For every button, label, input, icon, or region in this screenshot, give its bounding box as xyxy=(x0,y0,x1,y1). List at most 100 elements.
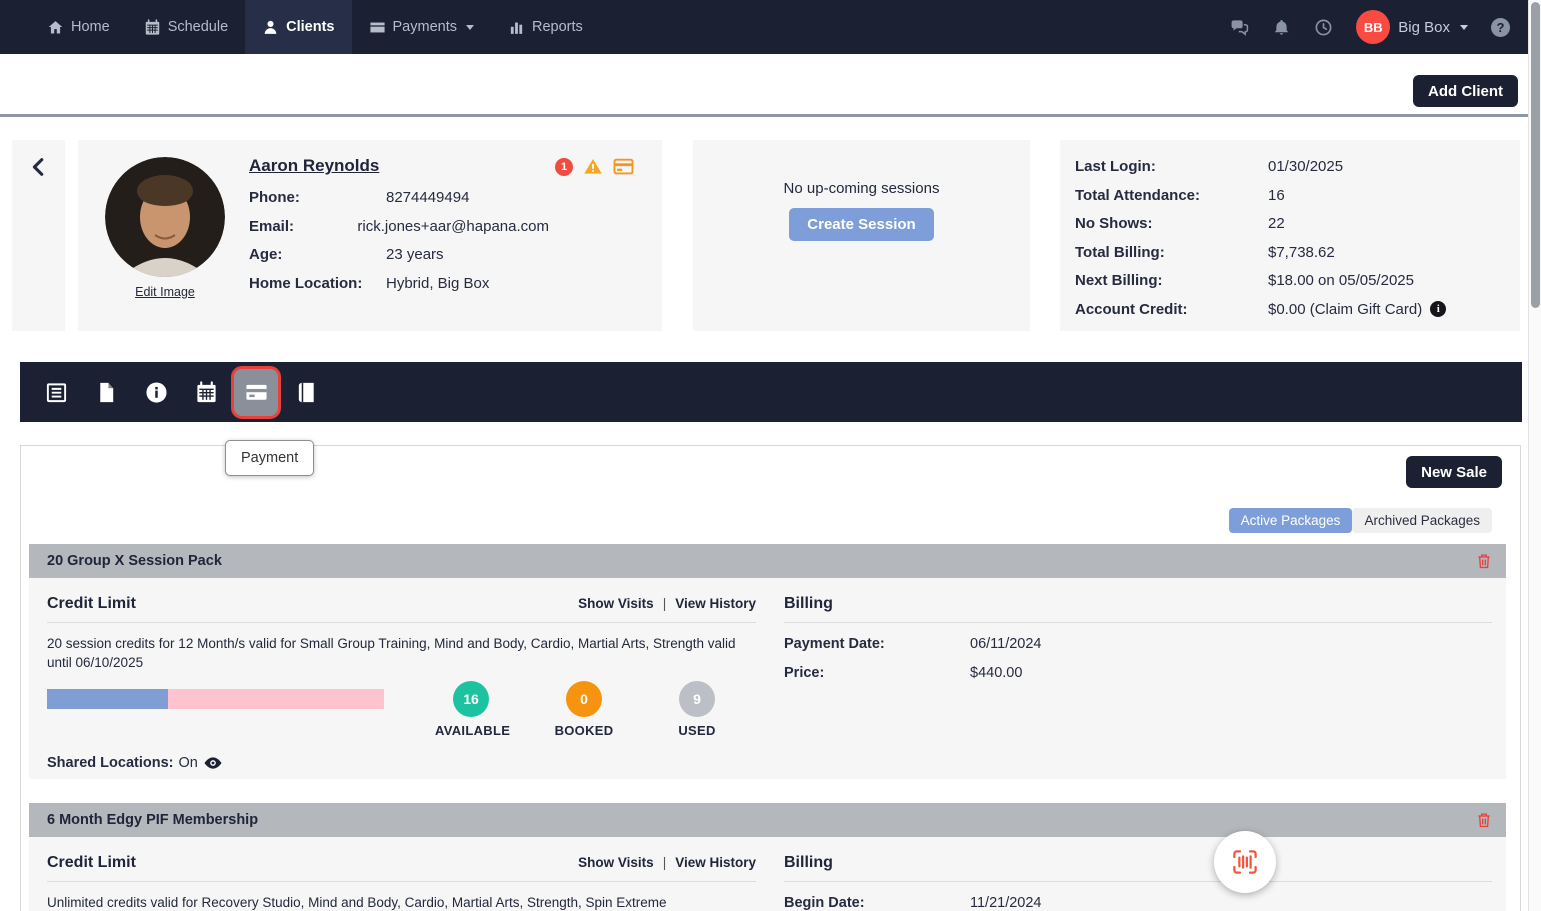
notification-badge[interactable]: 1 xyxy=(555,158,573,176)
credit-limit-head: Credit Limit Show Visits|View History xyxy=(47,595,756,613)
billing-section: Billing Payment Date: 06/11/2024 Price: … xyxy=(784,595,1492,773)
warning-icon[interactable] xyxy=(583,157,603,176)
bell-icon[interactable] xyxy=(1272,18,1291,37)
tab-overview[interactable] xyxy=(31,362,81,422)
stat-label: Last Login: xyxy=(1075,157,1268,176)
client-summary-row: Edit Image Aaron Reynolds Phone: 8274449… xyxy=(0,140,1541,331)
booked-badge: 0 BOOKED xyxy=(548,681,620,738)
view-history-link[interactable]: View History xyxy=(675,596,756,611)
usage-row: 16 AVAILABLE 0 BOOKED 9 USED xyxy=(47,681,756,738)
person-icon xyxy=(262,19,279,36)
clock-icon[interactable] xyxy=(1314,18,1333,37)
billing-value: $440.00 xyxy=(970,665,1022,681)
billing-row: Begin Date: 11/21/2024 xyxy=(784,895,1492,911)
shared-locations-row: Shared Locations: On xyxy=(47,753,756,773)
show-visits-link[interactable]: Show Visits xyxy=(578,596,654,611)
list-icon xyxy=(45,381,68,404)
stat-value: $7,738.62 xyxy=(1268,243,1335,262)
nav-item-reports[interactable]: Reports xyxy=(491,0,600,54)
stat-value: 01/30/2025 xyxy=(1268,157,1343,176)
tab-active-packages[interactable]: Active Packages xyxy=(1229,508,1353,533)
nav-right-group: BB Big Box xyxy=(1230,0,1510,54)
available-label: AVAILABLE xyxy=(435,723,507,738)
stat-label: Total Billing: xyxy=(1075,243,1268,262)
used-label: USED xyxy=(661,723,733,738)
shared-locations-value: On xyxy=(179,755,198,771)
stat-label: No Shows: xyxy=(1075,214,1268,233)
shared-locations-label: Shared Locations: xyxy=(47,755,174,771)
stat-row: Next Billing: $18.00 on 05/05/2025 xyxy=(1075,271,1505,290)
nav-item-label: Clients xyxy=(286,19,334,35)
stat-row: Last Login: 01/30/2025 xyxy=(1075,157,1505,176)
booked-label: BOOKED xyxy=(548,723,620,738)
link-separator: | xyxy=(654,855,676,870)
delete-package-icon[interactable] xyxy=(1476,553,1492,570)
create-session-button[interactable]: Create Session xyxy=(789,208,933,241)
new-sale-button[interactable]: New Sale xyxy=(1406,456,1502,488)
show-visits-link[interactable]: Show Visits xyxy=(578,855,654,870)
divider xyxy=(47,622,756,623)
tab-schedule[interactable] xyxy=(181,362,231,422)
nav-item-clients[interactable]: Clients xyxy=(245,0,351,54)
delete-package-icon[interactable] xyxy=(1476,812,1492,829)
package-body: Credit Limit Show Visits|View History 20… xyxy=(29,578,1506,773)
barcode-scan-button[interactable] xyxy=(1214,831,1276,893)
add-client-button[interactable]: Add Client xyxy=(1413,75,1518,107)
account-menu[interactable]: BB Big Box xyxy=(1356,10,1468,44)
edit-image-link[interactable]: Edit Image xyxy=(135,285,195,299)
credit-limit-title: Credit Limit xyxy=(47,854,136,872)
nav-item-payments[interactable]: Payments xyxy=(352,0,491,54)
document-icon xyxy=(95,381,118,404)
barcode-scan-icon xyxy=(1230,847,1260,877)
bar-chart-icon xyxy=(508,19,525,36)
view-history-link[interactable]: View History xyxy=(675,855,756,870)
client-field-row: Phone: 8274449494 xyxy=(249,189,549,208)
billing-label: Begin Date: xyxy=(784,895,970,911)
booked-count: 0 xyxy=(566,681,602,717)
divider xyxy=(784,622,1492,623)
nav-item-schedule[interactable]: Schedule xyxy=(127,0,245,54)
help-icon[interactable] xyxy=(1491,18,1510,37)
nav-item-label: Payments xyxy=(393,19,457,35)
nav-item-home[interactable]: Home xyxy=(30,0,127,54)
tab-info[interactable] xyxy=(131,362,181,422)
top-nav: Home Schedule Clients Payments Reports B… xyxy=(0,0,1541,54)
info-icon[interactable] xyxy=(1430,301,1446,317)
no-sessions-text: No up-coming sessions xyxy=(784,180,940,197)
stat-row: Total Billing: $7,738.62 xyxy=(1075,243,1505,262)
package-header: 6 Month Edgy PIF Membership xyxy=(29,803,1506,837)
client-field-row: Email: rick.jones+aar@hapana.com xyxy=(249,218,549,237)
tab-notes[interactable] xyxy=(281,362,331,422)
client-alert-icons: 1 xyxy=(555,157,634,176)
stat-row: Total Attendance: 16 xyxy=(1075,186,1505,205)
field-value: rick.jones+aar@hapana.com xyxy=(357,218,549,237)
credit-card-orange-icon[interactable] xyxy=(613,158,634,176)
client-details: Aaron Reynolds Phone: 8274449494 Email: … xyxy=(249,156,549,303)
back-button[interactable] xyxy=(12,140,65,331)
stat-value: 16 xyxy=(1268,186,1285,205)
package-title: 20 Group X Session Pack xyxy=(47,553,222,569)
tab-documents[interactable] xyxy=(81,362,131,422)
eye-icon[interactable] xyxy=(203,753,223,773)
billing-row: Payment Date: 06/11/2024 xyxy=(784,636,1492,652)
sessions-card: No up-coming sessions Create Session xyxy=(693,140,1030,331)
field-label: Email: xyxy=(249,218,357,237)
chevron-left-icon xyxy=(29,156,49,178)
available-badge: 16 AVAILABLE xyxy=(435,681,507,738)
field-value: 8274449494 xyxy=(386,189,469,208)
book-icon xyxy=(295,381,318,404)
billing-row: Price: $440.00 xyxy=(784,665,1492,681)
package-body: Credit Limit Show Visits|View History Un… xyxy=(29,837,1506,911)
nav-item-label: Reports xyxy=(532,19,583,35)
calendar-icon xyxy=(144,19,161,36)
billing-value: 11/21/2024 xyxy=(970,895,1042,911)
info-icon xyxy=(145,381,168,404)
chat-icon[interactable] xyxy=(1230,18,1249,37)
scrollbar-thumb[interactable] xyxy=(1531,2,1540,308)
client-name-link[interactable]: Aaron Reynolds xyxy=(249,156,379,176)
tab-archived-packages[interactable]: Archived Packages xyxy=(1352,508,1492,533)
tab-payment[interactable] xyxy=(231,362,281,422)
payment-panel: New Sale Active Packages Archived Packag… xyxy=(20,445,1521,911)
payment-tooltip: Payment xyxy=(225,440,314,476)
stat-label: Total Attendance: xyxy=(1075,186,1268,205)
